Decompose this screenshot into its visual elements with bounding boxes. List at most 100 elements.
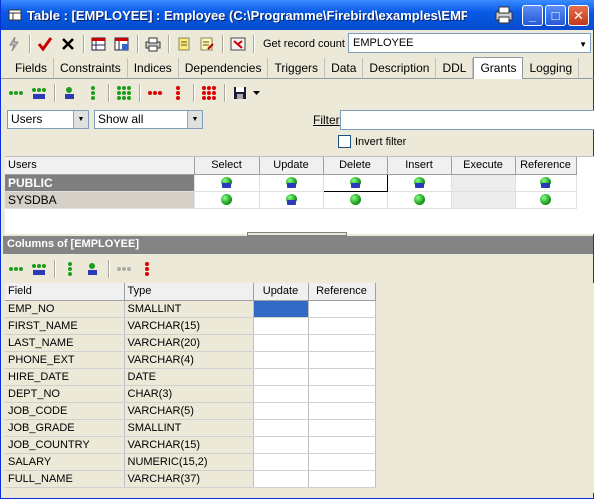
col-insert[interactable]: Insert [387, 157, 452, 175]
revoke-column-icon[interactable] [136, 258, 158, 280]
grant-cell-empty[interactable] [451, 191, 516, 209]
grant-dot-icon[interactable] [323, 191, 388, 209]
tab-grants[interactable]: Grants [473, 57, 524, 79]
tab-constraints[interactable]: Constraints [54, 58, 128, 78]
table-row[interactable]: PHONE_EXT VARCHAR(4) [5, 351, 376, 369]
table-row[interactable]: SYSDBA [5, 191, 577, 209]
print-icon[interactable] [493, 6, 515, 24]
update-cell[interactable] [253, 300, 309, 318]
tab-triggers[interactable]: Triggers [268, 58, 326, 78]
reference-cell[interactable] [308, 470, 376, 488]
close-button[interactable]: ✕ [568, 5, 589, 26]
grant-dot-icon[interactable] [387, 191, 452, 209]
col-delete[interactable]: Delete [323, 157, 388, 175]
update-cell[interactable] [253, 334, 309, 352]
grant-option-icon[interactable] [259, 191, 324, 209]
col-execute[interactable]: Execute [451, 157, 516, 175]
table-edit-icon[interactable] [111, 33, 133, 55]
save-icon[interactable] [229, 82, 251, 104]
grant-all-option-icon[interactable] [28, 82, 50, 104]
reference-cell[interactable] [308, 385, 376, 403]
update-cell[interactable] [253, 436, 309, 454]
col-reference[interactable]: Reference [515, 157, 577, 175]
revoke-row-disabled-icon[interactable] [113, 258, 135, 280]
table-row[interactable]: FIRST_NAME VARCHAR(15) [5, 317, 376, 335]
table-row[interactable]: FULL_NAME VARCHAR(37) [5, 470, 376, 488]
grant-dot-icon[interactable] [515, 191, 577, 209]
reference-cell[interactable] [308, 334, 376, 352]
revoke-column-icon[interactable] [167, 82, 189, 104]
table-row[interactable]: PUBLIC [5, 173, 577, 192]
update-cell[interactable] [253, 453, 309, 471]
grant-all-icon[interactable] [5, 82, 27, 104]
grant-option-icon[interactable] [82, 258, 104, 280]
reference-cell[interactable] [308, 300, 376, 318]
invert-filter-checkbox[interactable]: Invert filter [338, 135, 406, 148]
reference-cell[interactable] [308, 317, 376, 335]
table-row[interactable]: LAST_NAME VARCHAR(20) [5, 334, 376, 352]
grant-option-icon[interactable] [259, 174, 324, 192]
update-cell[interactable] [253, 368, 309, 386]
table-row[interactable]: JOB_CODE VARCHAR(5) [5, 402, 376, 420]
tab-dependencies[interactable]: Dependencies [179, 58, 269, 78]
commit-check-icon[interactable] [34, 33, 56, 55]
grant-option-icon[interactable] [515, 174, 577, 192]
chevron-down-icon[interactable] [252, 82, 260, 104]
print-toolbar-icon[interactable] [142, 33, 164, 55]
update-cell[interactable] [253, 385, 309, 403]
update-cell[interactable] [253, 419, 309, 437]
checkbox-box[interactable] [338, 135, 351, 148]
grant-column-icon[interactable] [59, 258, 81, 280]
tab-fields[interactable]: Fields [9, 58, 55, 78]
col-field[interactable]: Field [5, 283, 125, 301]
user-name[interactable]: PUBLIC [5, 174, 195, 192]
tab-data[interactable]: Data [325, 58, 364, 78]
minimize-button[interactable]: _ [522, 5, 543, 26]
table-grid-icon[interactable] [88, 33, 110, 55]
grant-all-option-icon[interactable] [28, 258, 50, 280]
grant-option-icon[interactable] [194, 174, 260, 192]
col-update[interactable]: Update [259, 157, 324, 175]
table-row[interactable]: HIRE_DATE DATE [5, 368, 376, 386]
show-mode-select[interactable]: Show all ▼ [94, 110, 203, 129]
reference-cell[interactable] [308, 368, 376, 386]
tab-description[interactable]: Description [363, 58, 437, 78]
grant-option-icon[interactable] [59, 82, 81, 104]
reference-cell[interactable] [308, 351, 376, 369]
reference-cell[interactable] [308, 402, 376, 420]
rollback-x-icon[interactable] [57, 33, 79, 55]
lightning-icon[interactable] [3, 33, 25, 55]
grant-all-icon[interactable] [5, 258, 27, 280]
reference-cell[interactable] [308, 419, 376, 437]
reference-cell[interactable] [308, 436, 376, 454]
col-type[interactable]: Type [124, 283, 254, 301]
table-row[interactable]: JOB_GRADE SMALLINT [5, 419, 376, 437]
tab-logging[interactable]: Logging [523, 58, 580, 78]
script-edit-icon[interactable] [196, 33, 218, 55]
col-select[interactable]: Select [194, 157, 260, 175]
reference-cell[interactable] [308, 453, 376, 471]
grant-dot-icon[interactable] [194, 191, 260, 209]
grant-matrix-icon[interactable] [113, 82, 135, 104]
tab-ddl[interactable]: DDL [436, 58, 474, 78]
grant-option-icon[interactable] [322, 173, 388, 192]
table-row[interactable]: EMP_NO SMALLINT [5, 300, 376, 318]
grant-option-icon[interactable] [387, 174, 452, 192]
update-cell[interactable] [253, 402, 309, 420]
object-type-select[interactable]: Users ▼ [7, 110, 89, 129]
col-reference[interactable]: Reference [308, 283, 376, 301]
grant-cell-empty[interactable] [451, 174, 516, 192]
revoke-row-icon[interactable] [144, 82, 166, 104]
table-row[interactable]: JOB_COUNTRY VARCHAR(15) [5, 436, 376, 454]
table-selector-combo[interactable]: EMPLOYEE ▼ [348, 33, 591, 53]
tab-indices[interactable]: Indices [128, 58, 179, 78]
user-name[interactable]: SYSDBA [5, 191, 195, 209]
col-users[interactable]: Users [5, 157, 195, 175]
maximize-button[interactable]: □ [545, 5, 566, 26]
grant-column-icon[interactable] [82, 82, 104, 104]
col-update[interactable]: Update [253, 283, 309, 301]
revoke-all-icon[interactable] [198, 82, 220, 104]
update-cell[interactable] [253, 470, 309, 488]
update-cell[interactable] [253, 351, 309, 369]
script-icon[interactable] [173, 33, 195, 55]
